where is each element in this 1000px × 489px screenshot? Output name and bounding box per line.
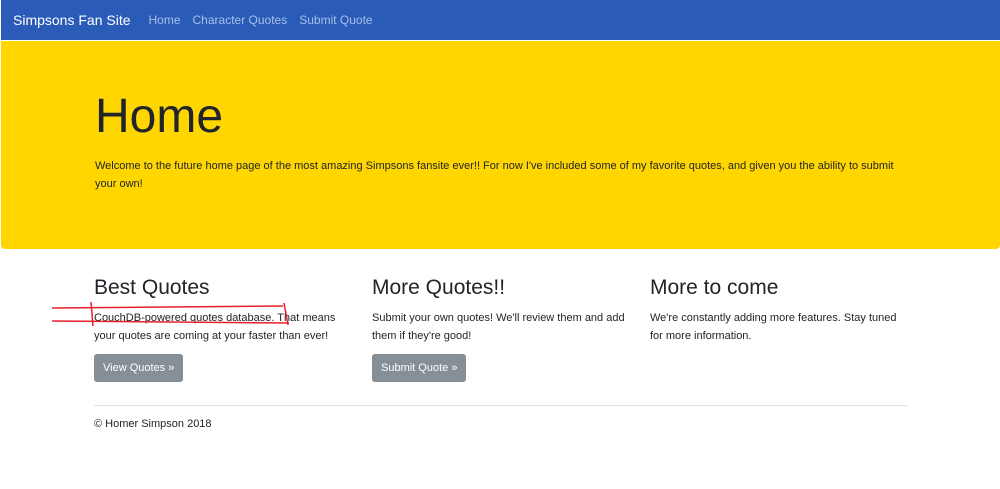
annotation-line-top: [51, 305, 284, 309]
annotation-bracket-left: [90, 301, 94, 327]
red-annotation-marks: [51, 301, 290, 327]
annotation-line-bottom: [51, 320, 290, 324]
annotation-bracket-right: [283, 302, 289, 326]
